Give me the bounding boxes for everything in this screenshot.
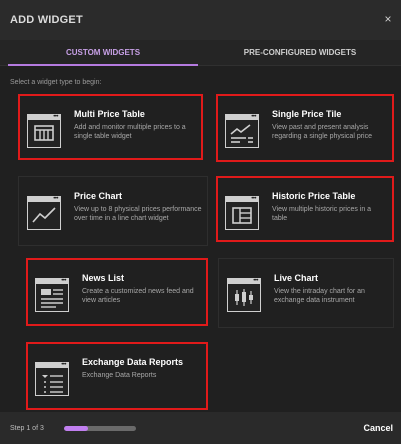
cancel-button[interactable]: Cancel	[363, 423, 393, 433]
tab-pre-configured-widgets[interactable]: PRE-CONFIGURED WIDGETS	[205, 40, 395, 66]
step-progress-fill	[64, 426, 88, 431]
dialog-footer: Step 1 of 3 Cancel	[0, 412, 401, 444]
widget-card-single-price-tile[interactable]: ••• Single Price Tile View past and pres…	[216, 94, 394, 162]
widget-description: View multiple historic prices in a table	[272, 206, 372, 222]
step-progress-bar	[64, 426, 136, 431]
widget-name: Historic Price Table	[272, 191, 356, 201]
widget-card-historic-price-table[interactable]: ••• Historic Price Table View multiple h…	[216, 176, 394, 242]
dialog-header: ADD WIDGET ×	[0, 0, 401, 40]
widget-name: Single Price Tile	[272, 109, 342, 119]
widget-name: News List	[82, 273, 125, 283]
widget-description: View past and present analysis regarding…	[272, 124, 372, 140]
widget-description: Add and monitor multiple prices to a sin…	[74, 124, 186, 140]
widget-card-news-list[interactable]: ••• News List Create a customized news f…	[26, 258, 208, 326]
widget-description: Create a customized news feed and view a…	[82, 288, 194, 304]
widget-name: Exchange Data Reports	[82, 357, 184, 367]
step-indicator: Step 1 of 3	[10, 425, 44, 432]
widget-name: Price Chart	[74, 191, 123, 201]
close-icon[interactable]: ×	[381, 12, 395, 26]
line-chart-icon: •••	[27, 196, 61, 230]
news-list-icon: •••	[35, 278, 69, 312]
widget-tabs: CUSTOM WIDGETS PRE-CONFIGURED WIDGETS	[0, 40, 401, 66]
historic-table-icon: •••	[225, 196, 259, 230]
widget-card-exchange-data-reports[interactable]: ••• Exchange Data Reports Exchange Data …	[26, 342, 208, 410]
add-widget-dialog: ADD WIDGET × CUSTOM WIDGETS PRE-CONFIGUR…	[0, 0, 401, 444]
table-icon: •••	[27, 114, 61, 148]
dialog-title: ADD WIDGET	[10, 14, 83, 26]
widget-card-live-chart[interactable]: ••• Live Chart View the intraday chart f…	[218, 258, 394, 328]
widget-description: Exchange Data Reports	[82, 372, 157, 379]
price-tile-icon: •••	[225, 114, 259, 148]
widget-description: View the intraday chart for an exchange …	[274, 288, 365, 304]
tab-custom-widgets[interactable]: CUSTOM WIDGETS	[8, 40, 198, 66]
candlestick-icon: •••	[227, 278, 261, 312]
widget-description: View up to 8 physical prices performance…	[74, 206, 202, 222]
select-prompt: Select a widget type to begin:	[10, 79, 102, 86]
report-list-icon: •••	[35, 362, 69, 396]
widget-name: Live Chart	[274, 273, 319, 283]
active-tab-indicator	[8, 64, 198, 66]
widget-card-multi-price-table[interactable]: ••• Multi Price Table Add and monitor mu…	[18, 94, 203, 160]
widget-card-price-chart[interactable]: ••• Price Chart View up to 8 physical pr…	[18, 176, 208, 246]
widget-name: Multi Price Table	[74, 109, 145, 119]
